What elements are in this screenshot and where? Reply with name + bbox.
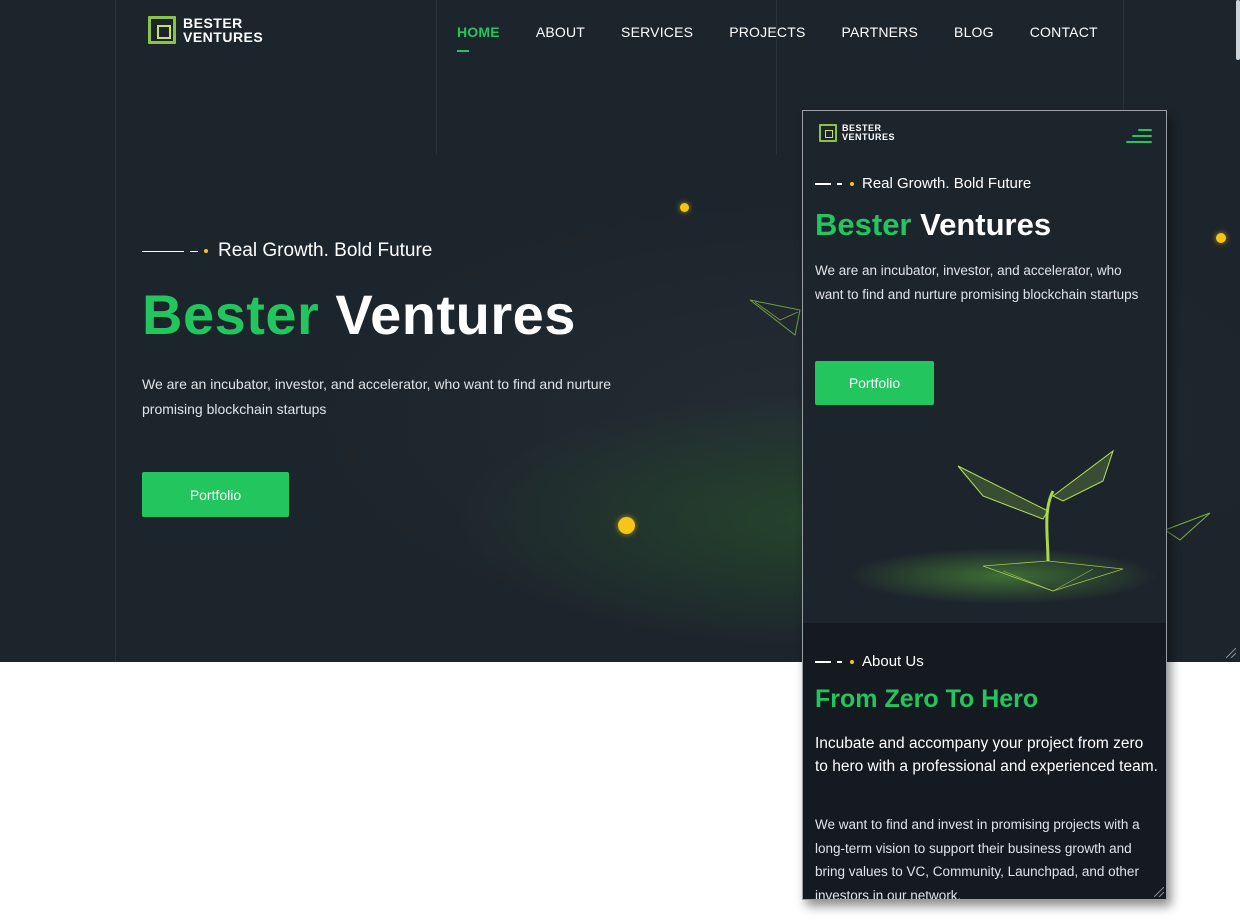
mobile-portfolio-button[interactable]: Portfolio [815,361,934,405]
tagline-text: Real Growth. Bold Future [218,240,433,261]
grid-line [115,0,116,662]
mobile-hero-description: We are an incubator, investor, and accel… [815,263,1139,302]
brand-name: BESTER VENTURES [183,15,264,45]
logo-mark-icon [819,124,837,142]
nav-blog[interactable]: BLOG [954,24,994,40]
tagline-dash [815,660,831,663]
about-section: About Us From Zero To Hero Incubate and … [803,623,1166,900]
plant-leaf-illustration-icon [749,299,801,336]
grid-line [436,0,437,155]
page-scrollbar[interactable] [1236,0,1240,60]
tagline-dot-icon [850,181,854,186]
hero-title: Bester Ventures [142,282,576,347]
nav-projects[interactable]: PROJECTS [729,24,805,40]
nav-services[interactable]: SERVICES [621,24,693,40]
tagline-dot-icon [204,249,208,253]
plant-sprout-illustration-icon [957,449,1124,592]
nav-contact[interactable]: CONTACT [1030,24,1098,40]
hero-title-rest: Ventures [335,283,576,346]
brand-logo[interactable]: BESTER VENTURES [148,16,263,44]
resize-handle-icon[interactable] [1226,648,1236,658]
hero-tagline: Real Growth. Bold Future [142,240,432,262]
hero-title-rest: Ventures [920,207,1052,242]
glow-dot-icon [680,203,689,212]
tagline-dash [142,250,184,252]
about-lead: Incubate and accompany your project from… [815,735,1158,775]
tagline-dash [837,660,842,663]
tagline-dash [837,182,842,185]
plant-leaf-illustration-icon [1163,512,1211,541]
about-body: We want to find and invest in promising … [815,817,1140,900]
nav-partners[interactable]: PARTNERS [841,24,918,40]
mobile-preview: BESTER VENTURES Real Growth. Bold Future… [802,110,1167,900]
nav-home[interactable]: HOME [457,24,500,52]
tagline-dash [815,182,831,185]
mobile-hero-tagline: Real Growth. Bold Future [815,175,1031,192]
mobile-hero-title: Bester Ventures [815,207,1051,243]
about-tagline-text: About Us [862,653,924,670]
glow-dot-icon [1216,233,1226,243]
glow-dot-icon [618,517,635,534]
about-tagline: About Us [815,653,924,670]
about-title: From Zero To Hero [815,685,1039,713]
hero-description: We are an incubator, investor, and accel… [142,376,612,417]
hamburger-menu-icon[interactable] [1126,129,1152,145]
brand-name: BESTER VENTURES [842,123,896,142]
hero-title-accent: Bester [815,207,912,242]
main-nav: HOME ABOUT SERVICES PROJECTS PARTNERS BL… [457,24,1098,52]
resize-handle-icon[interactable] [1154,887,1164,897]
mobile-brand-logo[interactable]: BESTER VENTURES [819,124,895,142]
tagline-text: Real Growth. Bold Future [862,175,1032,192]
nav-about[interactable]: ABOUT [536,24,585,40]
logo-mark-icon [148,16,176,44]
tagline-dash [190,250,198,252]
hero-title-accent: Bester [142,283,320,346]
tagline-dot-icon [850,659,854,664]
portfolio-button[interactable]: Portfolio [142,472,289,517]
